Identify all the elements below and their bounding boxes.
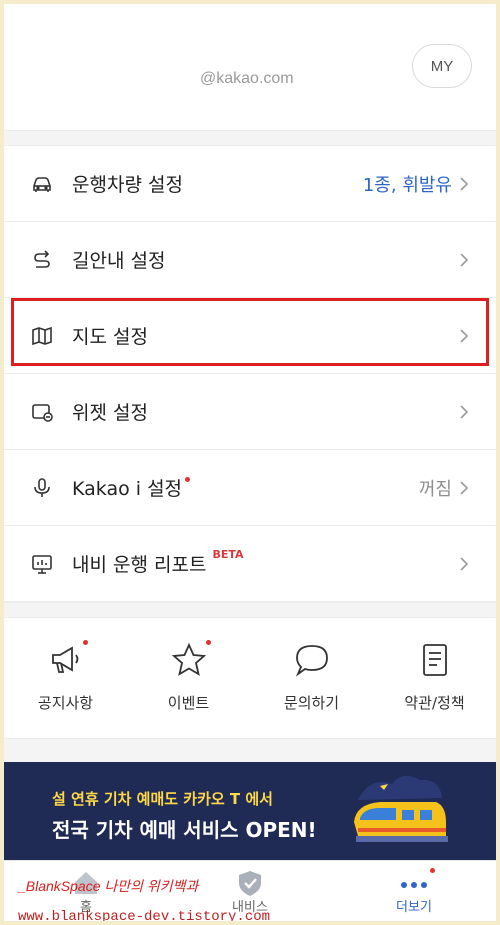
new-badge-dot [205, 640, 211, 645]
report-icon [32, 554, 52, 574]
shortcut-label: 약관/정책 [404, 694, 465, 712]
setting-widget[interactable]: 위젯 설정 [4, 374, 496, 450]
beta-badge: BETA [212, 548, 244, 561]
shortcut-label: 이벤트 [167, 694, 210, 712]
shortcut-inquiry[interactable]: 문의하기 [250, 618, 373, 738]
microphone-icon [34, 477, 50, 497]
setting-kakao-i[interactable]: Kakao i 설정 꺼짐 [4, 450, 496, 526]
document-icon [422, 644, 447, 676]
setting-label: Kakao i 설정 [72, 474, 191, 501]
tab-label: 더보기 [396, 900, 432, 915]
megaphone-icon [51, 646, 78, 673]
shortcut-notice[interactable]: 공지사항 [4, 618, 127, 738]
map-icon [32, 326, 52, 345]
car-icon [33, 176, 51, 192]
new-badge-dot [430, 868, 435, 873]
star-icon [171, 642, 206, 676]
section-divider [4, 130, 496, 146]
new-badge-dot [185, 477, 191, 482]
setting-label: 길안내 설정 [72, 250, 166, 272]
setting-label: 운행차량 설정 [72, 174, 183, 196]
chevron-right-icon [460, 176, 469, 191]
widget-icon [32, 403, 53, 422]
route-icon [34, 249, 50, 268]
setting-label-text: Kakao i 설정 [72, 478, 183, 500]
setting-label: 지도 설정 [72, 326, 148, 348]
shortcut-event[interactable]: 이벤트 [127, 618, 250, 738]
more-dots-icon [401, 882, 427, 888]
settings-list: 운행차량 설정 1종, 휘발유 길안내 설정 지도 설정 위젯 설정 Kakao… [4, 146, 496, 602]
account-email: @kakao.com [200, 70, 294, 87]
train-illustration [354, 775, 448, 842]
section-divider [4, 738, 496, 764]
banner-headline: 전국 기차 예매 서비스 OPEN! [52, 818, 317, 842]
setting-vehicle[interactable]: 운행차량 설정 1종, 휘발유 [4, 146, 496, 222]
chevron-right-icon [460, 252, 469, 267]
watermark-title: _BlankSpace 나만의 위키백과 [18, 878, 199, 894]
chevron-right-icon [460, 556, 469, 571]
setting-navi-report[interactable]: 내비 운행 리포트 BETA [4, 526, 496, 602]
tab-more[interactable]: 더보기 [332, 861, 496, 921]
setting-route-guidance[interactable]: 길안내 설정 [4, 222, 496, 298]
shortcut-terms[interactable]: 약관/정책 [373, 618, 496, 738]
shortcut-grid: 공지사항 이벤트 문의하기 약관/정책 [4, 618, 496, 738]
chat-bubble-icon [295, 645, 328, 677]
setting-label-text: 내비 운행 리포트 [72, 554, 207, 576]
chevron-right-icon [460, 480, 469, 495]
chevron-right-icon [460, 328, 469, 343]
my-button[interactable]: MY [412, 44, 472, 88]
promo-banner[interactable]: 설 연휴 기차 예매도 카카오 T 에서 전국 기차 예매 서비스 OPEN! [4, 762, 496, 860]
profile-header: @kakao.com MY [4, 4, 496, 130]
setting-value: 1종, 휘발유 [362, 174, 452, 196]
setting-label: 위젯 설정 [72, 402, 148, 424]
chevron-right-icon [460, 404, 469, 419]
new-badge-dot [82, 640, 88, 645]
shield-check-icon [239, 871, 261, 896]
app-screen: @kakao.com MY 운행차량 설정 1종, 휘발유 길안내 설정 지도 … [4, 4, 496, 921]
setting-map[interactable]: 지도 설정 [4, 298, 496, 374]
watermark-url: www.blankspace-dev.tistory.com [18, 909, 271, 921]
shortcut-label: 문의하기 [283, 694, 340, 712]
section-divider [4, 602, 496, 618]
setting-value: 꺼짐 [418, 478, 452, 500]
setting-label: 내비 운행 리포트 BETA [72, 548, 244, 577]
banner-subline: 설 연휴 기차 예매도 카카오 T 에서 [52, 790, 273, 808]
shortcut-label: 공지사항 [37, 694, 94, 712]
